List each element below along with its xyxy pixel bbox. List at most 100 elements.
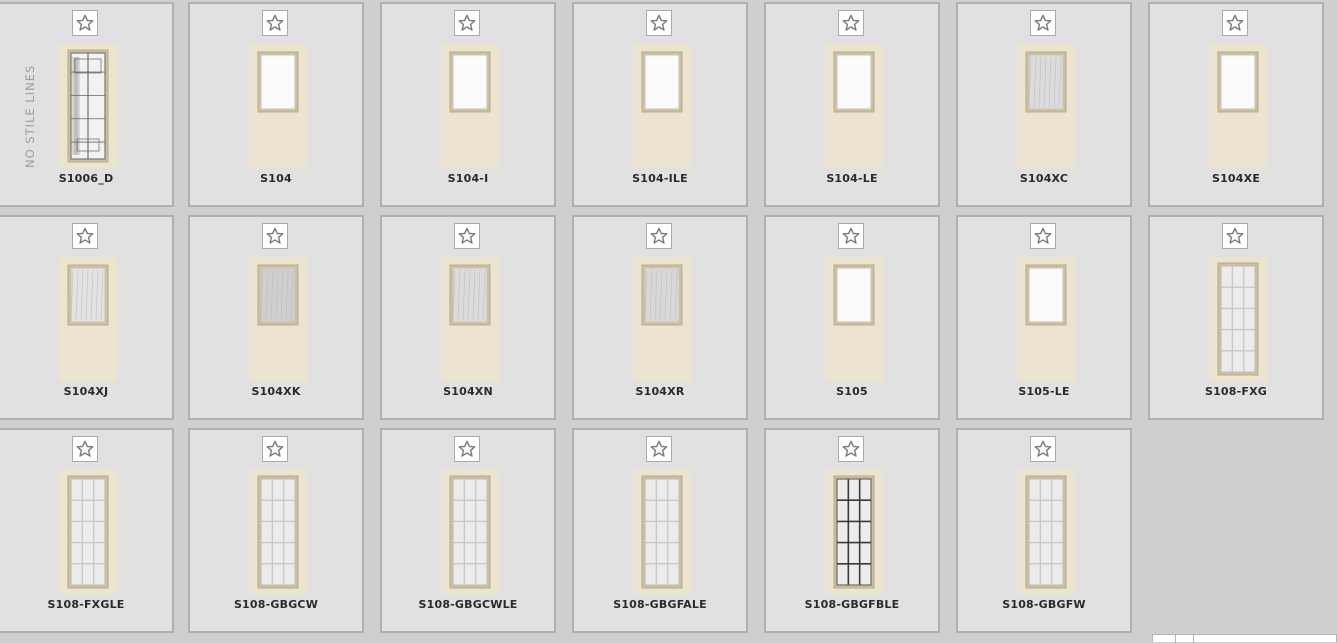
door-image [633,470,691,594]
door-image [825,257,883,381]
product-code: S104XE [1211,172,1261,185]
product-code: S104XN [443,385,493,398]
door-image [59,257,117,381]
product-card[interactable]: S108-FXG [1148,215,1324,420]
favorite-button[interactable] [72,223,98,249]
product-code: S104XC [1019,172,1069,185]
star-outline-icon [266,440,284,458]
favorite-button[interactable] [1030,223,1056,249]
star-outline-icon [1226,14,1244,32]
product-card[interactable]: S108-FXGLE [0,428,174,633]
product-card[interactable]: S108-GBGFW [956,428,1132,633]
product-code: S108-GBGFALE [613,598,707,611]
product-card[interactable]: S108-GBGCWLE [380,428,556,633]
door-image [441,257,499,381]
door-image [441,44,499,168]
star-outline-icon [842,14,860,32]
product-code: S1006_D [58,172,114,185]
product-code: S104XJ [63,385,109,398]
star-outline-icon [1226,227,1244,245]
product-code: S108-GBGFW [1002,598,1086,611]
favorite-button[interactable] [1222,10,1248,36]
favorite-button[interactable] [262,436,288,462]
star-outline-icon [76,14,94,32]
product-code: S104 [260,172,292,185]
product-code: S108-GBGCW [233,598,319,611]
product-card[interactable]: S104XJ [0,215,174,420]
product-grid: S1006_D NO STILE LINES S104 S104-I S104-ILE S… [0,0,1337,642]
door-image [825,470,883,594]
favorite-button[interactable] [1030,436,1056,462]
star-outline-icon [842,227,860,245]
product-code: S108-FXG [1204,385,1268,398]
door-image [1017,470,1075,594]
product-code: S108-GBGFBLE [804,598,900,611]
favorite-button[interactable] [454,436,480,462]
star-outline-icon [1034,227,1052,245]
star-outline-icon [458,14,476,32]
favorite-button[interactable] [838,10,864,36]
door-image [441,470,499,594]
star-outline-icon [650,227,668,245]
door-image [1209,257,1267,381]
star-outline-icon [76,227,94,245]
star-outline-icon [1034,440,1052,458]
door-image [59,44,117,168]
door-image [633,257,691,381]
pager[interactable] [1152,634,1337,643]
product-card[interactable]: S104XK [188,215,364,420]
favorite-button[interactable] [454,10,480,36]
favorite-button[interactable] [72,436,98,462]
star-outline-icon [842,440,860,458]
favorite-button[interactable] [1222,223,1248,249]
product-card[interactable]: S104XC [956,2,1132,207]
favorite-button[interactable] [262,10,288,36]
star-outline-icon [266,227,284,245]
favorite-button[interactable] [454,223,480,249]
star-outline-icon [266,14,284,32]
door-image [249,257,307,381]
door-image [825,44,883,168]
product-code: S108-GBGCWLE [418,598,518,611]
product-card[interactable]: S104XE [1148,2,1324,207]
product-card[interactable]: S108-GBGCW [188,428,364,633]
product-card[interactable]: S105-LE [956,215,1132,420]
product-code: S104-LE [826,172,878,185]
favorite-button[interactable] [646,223,672,249]
product-card[interactable]: S104XN [380,215,556,420]
star-outline-icon [1034,14,1052,32]
door-image [59,470,117,594]
product-card[interactable]: S104 [188,2,364,207]
favorite-button[interactable] [838,436,864,462]
product-card[interactable]: S104-ILE [572,2,748,207]
product-card[interactable]: S108-GBGFALE [572,428,748,633]
product-code: S104-ILE [632,172,688,185]
star-outline-icon [458,227,476,245]
side-note: NO STILE LINES [23,64,37,168]
product-code: S104XR [635,385,685,398]
favorite-button[interactable] [838,223,864,249]
door-image [1017,257,1075,381]
product-code: S108-FXGLE [47,598,125,611]
product-card[interactable]: S104XR [572,215,748,420]
product-card[interactable]: S1006_D NO STILE LINES [0,2,174,207]
favorite-button[interactable] [262,223,288,249]
star-outline-icon [650,440,668,458]
door-image [1209,44,1267,168]
favorite-button[interactable] [646,10,672,36]
door-image [249,470,307,594]
star-outline-icon [458,440,476,458]
product-card[interactable]: S105 [764,215,940,420]
product-code: S104XK [251,385,301,398]
product-card[interactable]: S104-LE [764,2,940,207]
product-card[interactable]: S104-I [380,2,556,207]
favorite-button[interactable] [72,10,98,36]
door-image [1017,44,1075,168]
favorite-button[interactable] [646,436,672,462]
star-outline-icon [76,440,94,458]
favorite-button[interactable] [1030,10,1056,36]
product-code: S104-I [447,172,489,185]
door-image [249,44,307,168]
product-code: S105 [836,385,868,398]
product-card[interactable]: S108-GBGFBLE [764,428,940,633]
